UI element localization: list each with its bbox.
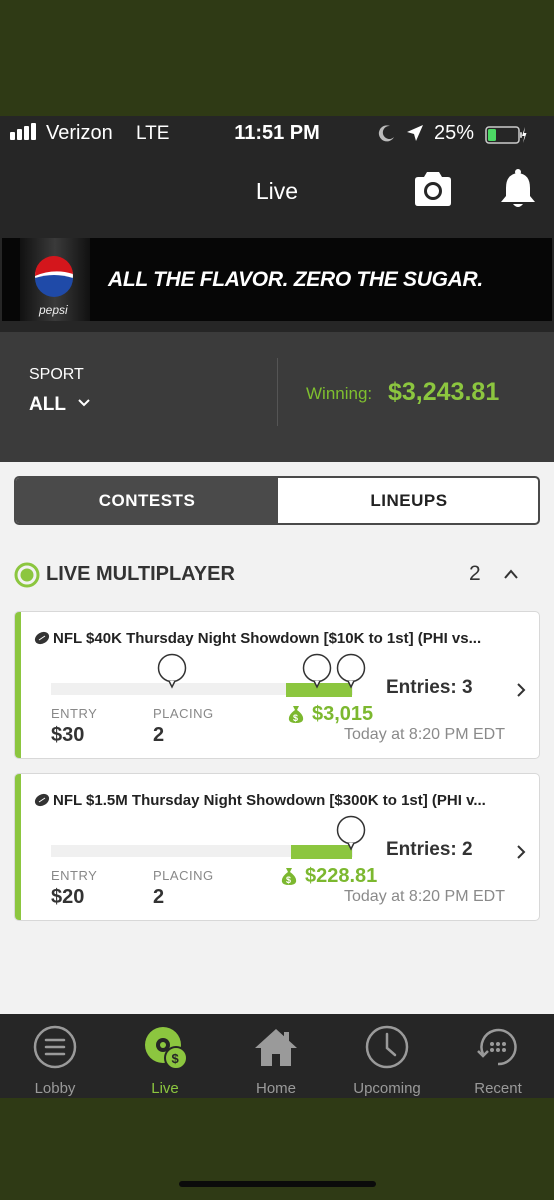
battery-icon (485, 126, 527, 144)
football-icon (34, 631, 50, 645)
tab-label: Home (255, 1080, 296, 1097)
chevron-up-icon[interactable] (502, 567, 520, 581)
entry-value: $30 (51, 724, 85, 746)
battery-percent: 25% (434, 122, 475, 144)
segmented-control: CONTESTS LINEUPS (14, 476, 540, 525)
opponent-marker (157, 653, 187, 689)
header: Live (0, 152, 554, 228)
tab-lobby[interactable]: Lobby (0, 1014, 110, 1098)
svg-text:$: $ (286, 875, 291, 885)
winnings-amount: $228.81 (305, 865, 378, 887)
ad-banner[interactable]: pepsi ALL THE FLAVOR. ZERO THE SUGAR. (2, 238, 552, 321)
placing-value: 2 (153, 886, 165, 908)
winnings-amount: $3,015 (312, 703, 374, 725)
start-time: Today at 8:20 PM EDT (344, 888, 505, 905)
money-bag-icon: $ (281, 868, 297, 885)
placing-label: PLACING (153, 706, 214, 721)
status-bar: Verizon LTE 11:51 PM 25% (0, 116, 554, 152)
contest-card[interactable]: NFL $40K Thursday Night Showdown [$10K t… (14, 611, 540, 759)
card-accent (15, 612, 21, 758)
lobby-icon (33, 1025, 77, 1069)
page-title: Live (255, 178, 299, 204)
pepsi-logo: pepsi (20, 238, 90, 321)
tab-home[interactable]: Home (221, 1014, 331, 1098)
entries-count: Entries: 3 (386, 677, 473, 698)
chevron-right-icon[interactable] (515, 681, 527, 699)
money-bag-icon: $ (288, 706, 304, 723)
moon-icon (378, 125, 394, 142)
contest-title: NFL $1.5M Thursday Night Showdown [$300K… (53, 792, 486, 809)
football-icon (34, 793, 50, 807)
placing-label: PLACING (153, 868, 214, 883)
contest-card[interactable]: NFL $1.5M Thursday Night Showdown [$300K… (14, 773, 540, 921)
tab-label: Lobby (34, 1080, 76, 1097)
svg-text:pepsi: pepsi (38, 303, 68, 317)
section-count: 2 (469, 562, 481, 585)
tab-label: Recent (474, 1080, 522, 1097)
placing-value: 2 (153, 724, 165, 746)
top-frame (0, 0, 554, 116)
lineup-marker (302, 653, 332, 689)
live-icon: $ (145, 1027, 188, 1070)
contest-title: NFL $40K Thursday Night Showdown [$10K t… (53, 630, 482, 647)
tab-lineups[interactable]: LINEUPS (278, 478, 538, 523)
chevron-down-icon[interactable] (77, 398, 91, 408)
location-arrow-icon (407, 125, 423, 141)
svg-text:$: $ (293, 713, 298, 723)
tab-upcoming[interactable]: Upcoming (332, 1014, 442, 1098)
entries-count: Entries: 2 (386, 839, 473, 860)
bell-icon[interactable] (496, 168, 540, 210)
tab-contests[interactable]: CONTESTS (16, 478, 278, 523)
entry-value: $20 (51, 886, 85, 908)
tab-recent[interactable]: Recent (443, 1014, 553, 1098)
section-title: LIVE MULTIPLAYER (46, 563, 235, 585)
tab-live[interactable]: $ Live (110, 1014, 220, 1098)
ad-text: ALL THE FLAVOR. ZERO THE SUGAR. (108, 268, 483, 291)
home-indicator[interactable] (179, 1181, 376, 1187)
section-header[interactable]: LIVE MULTIPLAYER 2 (0, 554, 554, 594)
clock-icon (365, 1025, 409, 1069)
sport-selector[interactable]: ALL (29, 394, 66, 416)
recent-icon (477, 1028, 517, 1066)
content-area: CONTESTS LINEUPS LIVE MULTIPLAYER 2 NFL … (0, 462, 554, 1014)
camera-icon[interactable] (412, 170, 454, 208)
tab-label: Upcoming (353, 1080, 421, 1097)
live-indicator-icon (14, 562, 40, 588)
winning-amount: $3,243.81 (388, 378, 500, 406)
lineup-marker (336, 815, 366, 851)
entry-label: ENTRY (51, 706, 98, 721)
opponent-marker (336, 653, 366, 689)
tab-bar: Lobby $ Live Home Upcoming Recent (0, 1014, 554, 1098)
home-icon (255, 1029, 297, 1066)
sport-label: SPORT (29, 366, 84, 383)
sport-panel: SPORT ALL Winning: $3,243.81 (0, 332, 554, 462)
ad-area: pepsi ALL THE FLAVOR. ZERO THE SUGAR. (0, 228, 554, 332)
panel-divider (277, 358, 278, 426)
tab-label: Live (151, 1080, 179, 1097)
chevron-right-icon[interactable] (515, 843, 527, 861)
winning-label: Winning: (306, 384, 373, 403)
card-accent (15, 774, 21, 920)
entry-label: ENTRY (51, 868, 98, 883)
svg-text:$: $ (172, 1051, 180, 1066)
start-time: Today at 8:20 PM EDT (344, 726, 505, 743)
